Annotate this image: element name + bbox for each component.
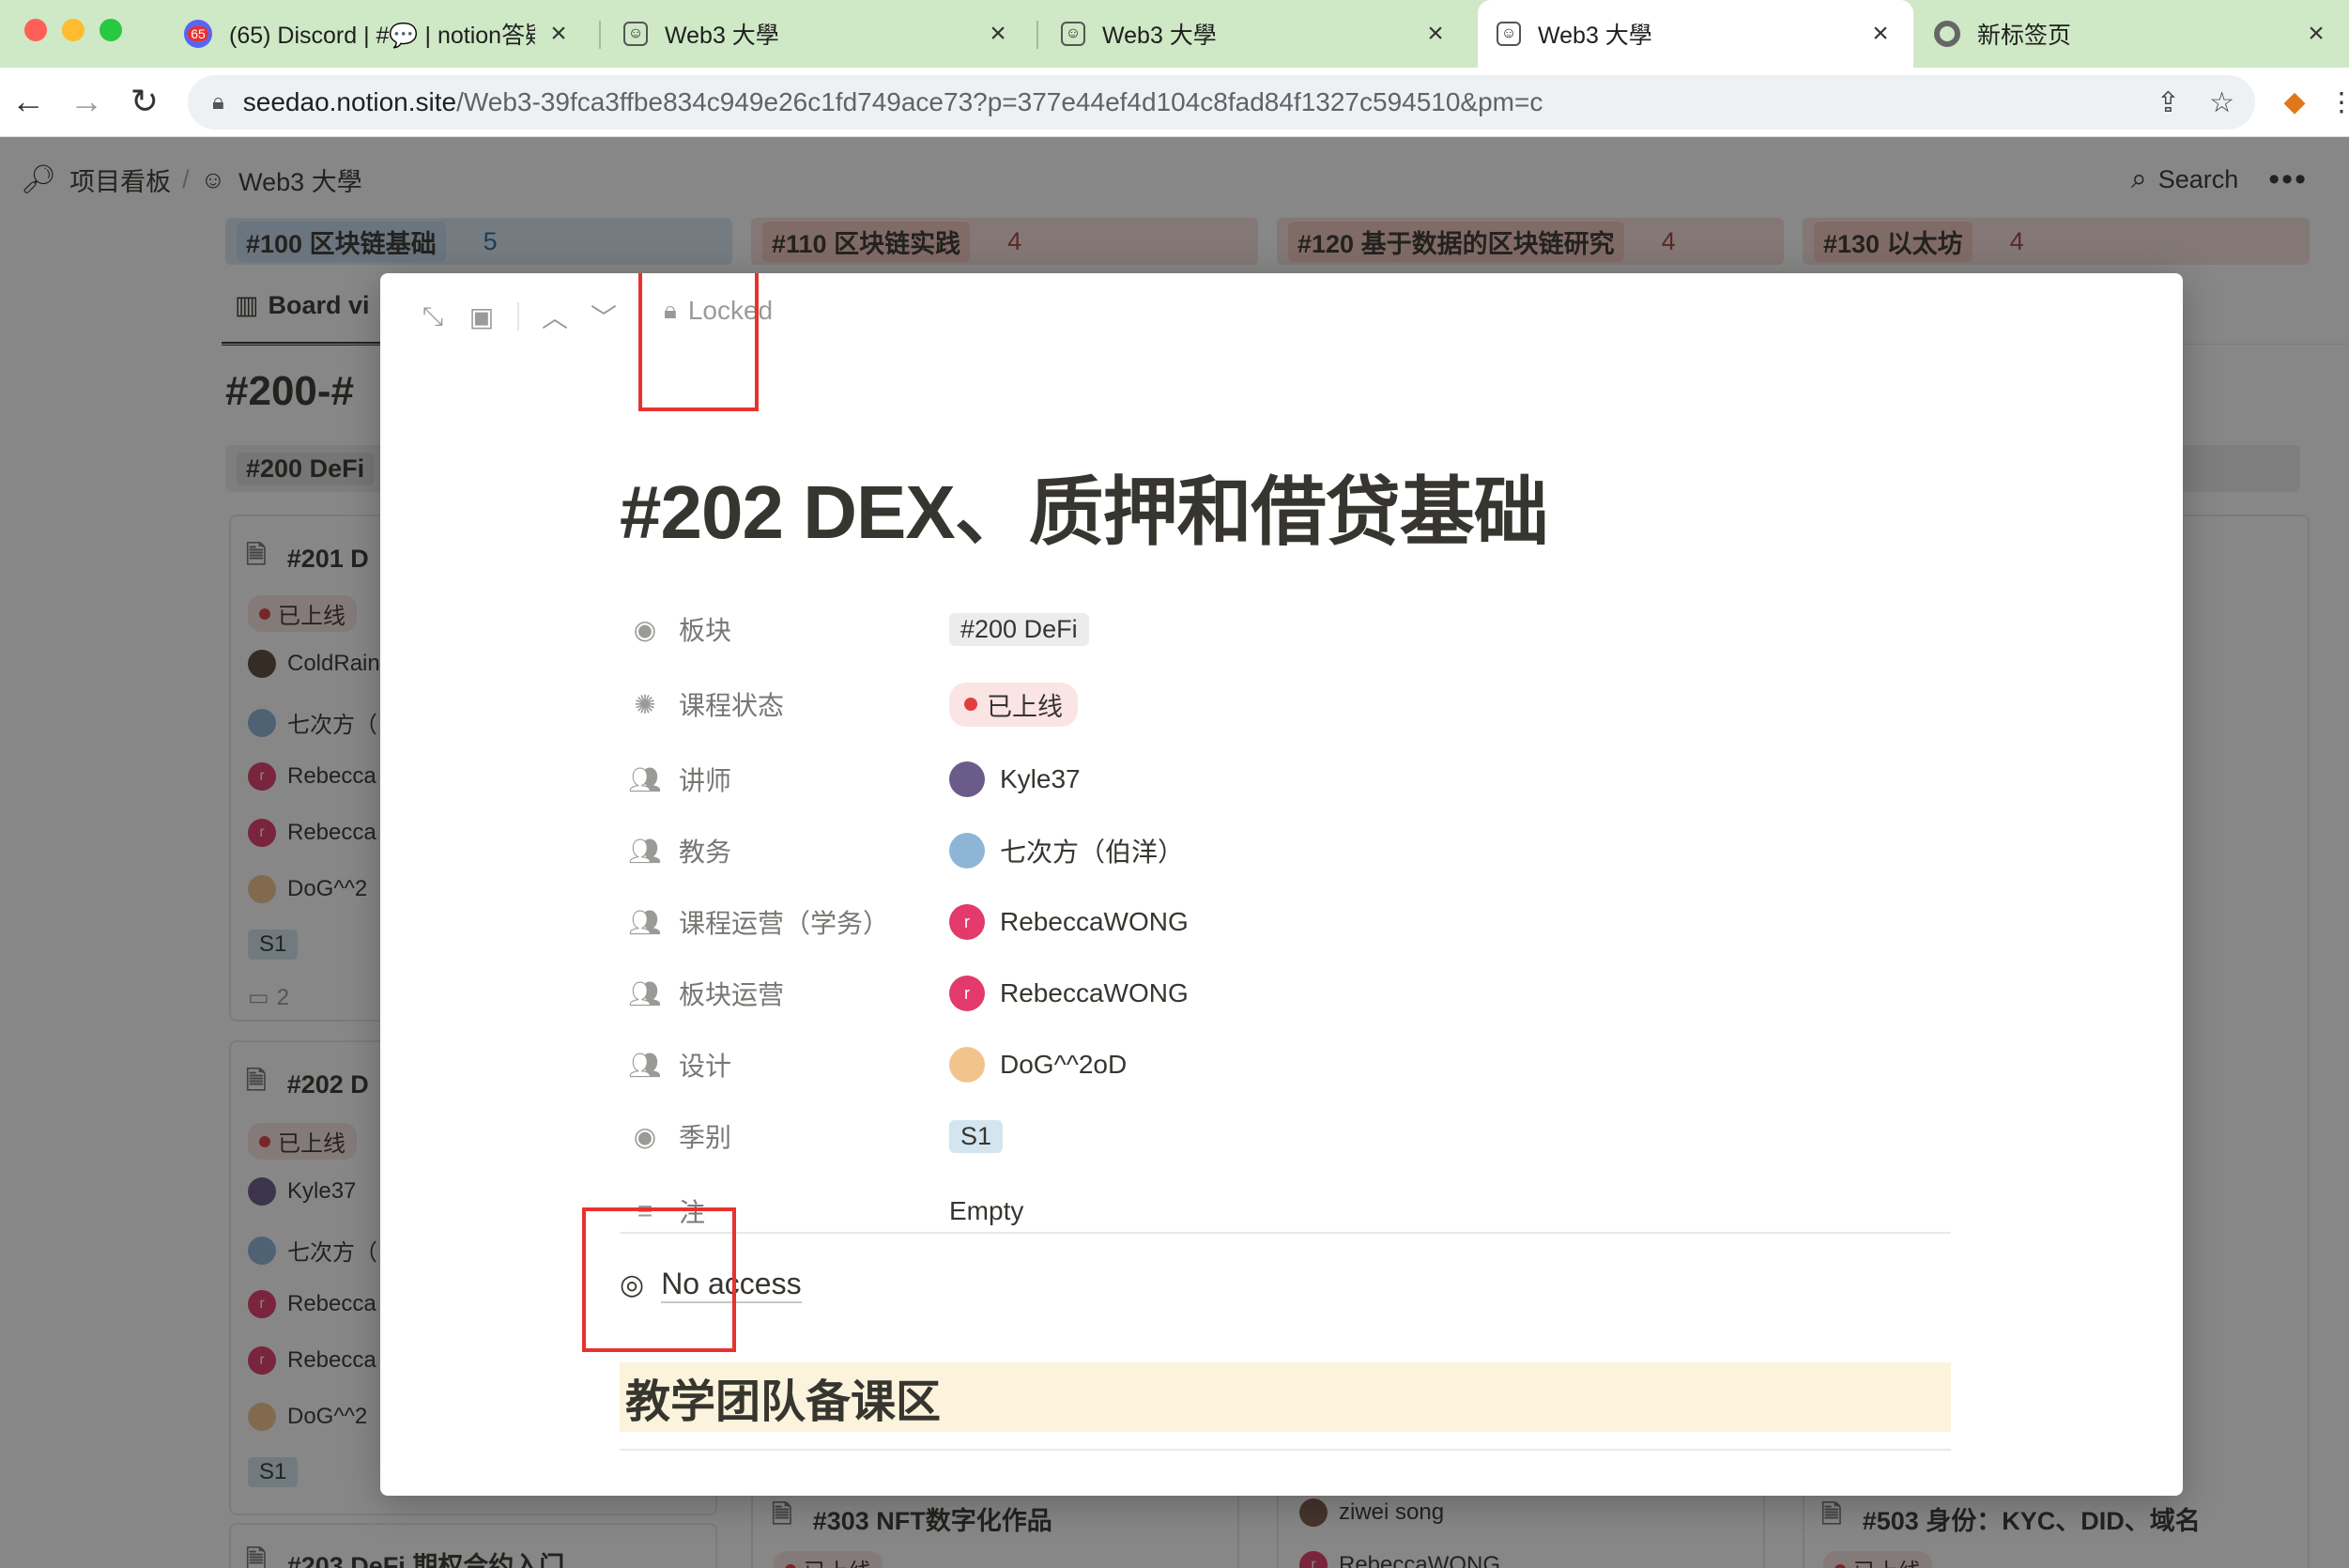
property-name: 板块运营: [679, 980, 785, 1009]
property-row[interactable]: ≡ 注 Empty: [626, 1178, 1941, 1244]
browser-tab-bar: 65 (65) Discord | #💬 | notion答疑 × ☺ Web3…: [0, 0, 2349, 68]
browser-tab-new[interactable]: 新标签页 ×: [1915, 0, 2349, 68]
browser-tab-web3-1[interactable]: ☺ Web3 大學 ×: [605, 0, 1031, 68]
minimize-window-button[interactable]: [62, 19, 84, 41]
close-tab-icon[interactable]: ×: [2302, 18, 2330, 50]
tab-label: (65) Discord | #💬 | notion答疑: [229, 23, 535, 49]
forward-arrow-icon[interactable]: →: [64, 79, 109, 124]
avatar: r: [949, 976, 985, 1011]
reload-icon[interactable]: ↻: [122, 79, 167, 124]
chevron-down-icon[interactable]: ﹀: [579, 298, 628, 335]
avatar: r: [949, 904, 985, 940]
property-name: 讲师: [679, 766, 732, 795]
people-icon: 👥︎: [628, 1050, 662, 1080]
property-row[interactable]: 👥︎ 板块运营 r RebeccaWONG: [626, 961, 1941, 1026]
property-row[interactable]: ◉ 季别 S1: [626, 1103, 1941, 1169]
close-window-button[interactable]: [24, 19, 47, 41]
browser-tab-web3-active[interactable]: ☺ Web3 大學 ×: [1478, 0, 1913, 68]
browser-toolbar: ← → ↻ 🔒︎ seedao.notion.site/Web3-39fca3f…: [0, 68, 2349, 137]
avatar: [949, 833, 985, 869]
properties-divider: [620, 1232, 1951, 1234]
page-title: #202 DEX、质押和借贷基础: [620, 470, 1549, 554]
select-icon: ◉: [633, 1121, 657, 1151]
property-value[interactable]: Empty: [949, 1196, 1023, 1226]
status-icon: ✺: [634, 689, 656, 719]
property-name: 季别: [679, 1123, 732, 1152]
property-row[interactable]: ✺ 课程状态 已上线: [626, 671, 1941, 737]
lock-icon: 🔒︎: [212, 89, 224, 115]
property-name: 板块: [679, 616, 732, 645]
property-row[interactable]: 👥︎ 教务 七次方（伯洋）: [626, 818, 1941, 884]
open-as-page-icon[interactable]: ▣: [457, 301, 506, 332]
highlight-box-locked: [638, 273, 759, 411]
notion-icon: ☺: [623, 22, 648, 46]
bookmark-star-icon[interactable]: ☆: [2209, 86, 2234, 119]
close-tab-icon[interactable]: ×: [1866, 18, 1895, 50]
address-bar[interactable]: 🔒︎ seedao.notion.site/Web3-39fca3ffbe834…: [188, 75, 2255, 130]
url-text: seedao.notion.site/Web3-39fca3ffbe834c94…: [242, 87, 1543, 116]
status-badge[interactable]: 已上线: [949, 682, 1078, 727]
tab-label: Web3 大學: [1538, 23, 1652, 49]
metamask-icon[interactable]: ◆: [2272, 79, 2317, 124]
property-row[interactable]: 👥︎ 设计 DoG^^2oD: [626, 1032, 1941, 1098]
property-value[interactable]: DoG^^2oD: [949, 1047, 1127, 1083]
share-icon[interactable]: ⇪: [2157, 86, 2180, 119]
expand-icon[interactable]: ⤡: [408, 301, 457, 332]
people-icon: 👥︎: [628, 907, 662, 937]
property-value[interactable]: S1: [949, 1119, 1004, 1153]
modal-toolbar: ⤡ ▣ ︿ ﹀: [408, 298, 628, 335]
property-value[interactable]: r RebeccaWONG: [949, 904, 1189, 940]
highlight-box-no-access: [582, 1207, 736, 1352]
close-tab-icon[interactable]: ×: [984, 18, 1012, 50]
discord-icon: 65: [184, 20, 212, 48]
property-value[interactable]: Kyle37: [949, 761, 1081, 797]
section-divider: [620, 1449, 1951, 1451]
browser-tab-discord[interactable]: 65 (65) Discord | #💬 | notion答疑 ×: [165, 0, 591, 68]
people-icon: 👥︎: [628, 978, 662, 1008]
property-name: 课程运营（学务）: [679, 909, 890, 938]
select-icon: ◉: [633, 614, 657, 644]
property-name: 设计: [679, 1052, 732, 1081]
property-name: 教务: [679, 838, 732, 867]
property-value[interactable]: r RebeccaWONG: [949, 976, 1189, 1011]
notion-icon: ☺: [1497, 22, 1521, 46]
chevron-up-icon[interactable]: ︿: [530, 298, 579, 335]
property-value[interactable]: 七次方（伯洋）: [949, 832, 1184, 869]
close-tab-icon[interactable]: ×: [545, 18, 573, 50]
chrome-icon: [1934, 21, 1960, 47]
avatar: [949, 761, 985, 797]
tab-label: 新标签页: [1977, 23, 2072, 49]
property-name: 课程状态: [679, 691, 785, 720]
avatar: [949, 1047, 985, 1083]
tab-label: Web3 大學: [665, 23, 779, 49]
property-row[interactable]: 👥︎ 讲师 Kyle37: [626, 746, 1941, 812]
close-tab-icon[interactable]: ×: [1421, 18, 1450, 50]
maximize-window-button[interactable]: [100, 19, 122, 41]
tab-label: Web3 大學: [1102, 23, 1217, 49]
property-row[interactable]: ◉ 板块 #200 DeFi: [626, 596, 1941, 662]
people-icon: 👥︎: [628, 764, 662, 794]
section-heading: 教学团队备课区: [620, 1362, 1951, 1432]
property-value[interactable]: #200 DeFi: [949, 612, 1089, 646]
notion-icon: ☺: [1061, 22, 1085, 46]
browser-tab-web3-2[interactable]: ☺ Web3 大學 ×: [1042, 0, 1468, 68]
property-row[interactable]: 👥︎ 课程运营（学务） r RebeccaWONG: [626, 889, 1941, 955]
people-icon: 👥︎: [628, 836, 662, 866]
extension-more-icon[interactable]: ⋮: [2319, 79, 2349, 124]
page-peek-modal: ⤡ ▣ ︿ ﹀ 🔒︎ Locked #202 DEX、质押和借贷基础 ◉ 板块 …: [380, 273, 2183, 1496]
back-arrow-icon[interactable]: ←: [6, 79, 51, 124]
